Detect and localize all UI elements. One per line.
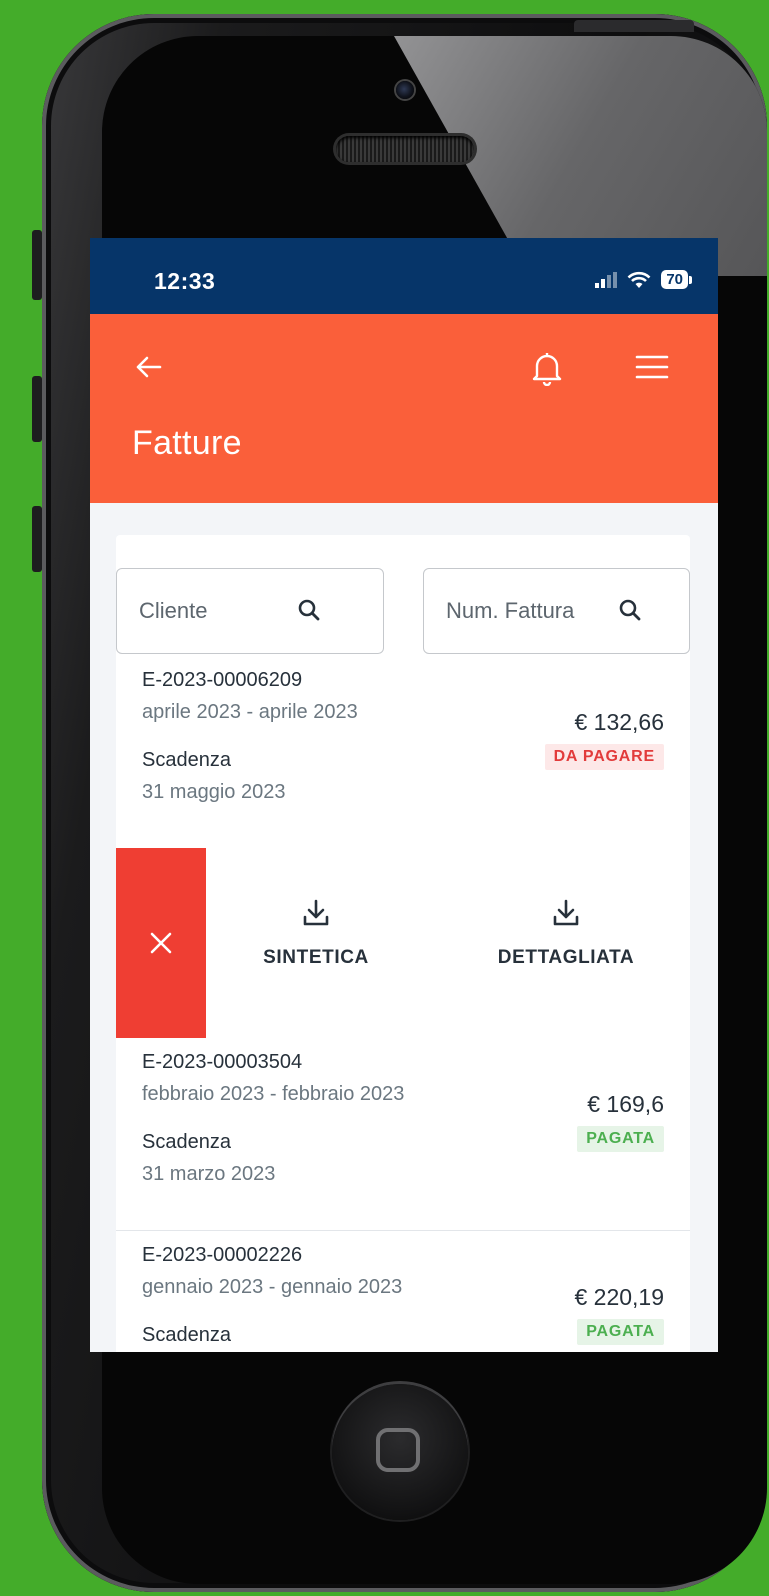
due-date: 31 maggio 2023 [142, 781, 286, 803]
invoice-number: E-2023-00006209 [142, 669, 303, 691]
invoice-number-search-field[interactable]: Num. Fattura [423, 568, 690, 654]
download-detailed-button[interactable]: DETTAGLIATA [486, 898, 646, 969]
back-arrow-icon[interactable] [134, 354, 164, 380]
client-search-field[interactable]: Cliente [116, 568, 384, 654]
download-icon [303, 899, 329, 926]
front-camera [396, 81, 414, 99]
home-button[interactable] [332, 1384, 468, 1520]
app-header: Fatture [90, 314, 718, 503]
invoice-number: E-2023-00003504 [142, 1051, 303, 1073]
signal-icon [595, 271, 618, 288]
due-label: Scadenza [142, 749, 231, 771]
close-actions-button[interactable] [116, 848, 206, 1038]
bell-icon[interactable] [530, 350, 564, 386]
search-icon[interactable] [618, 598, 642, 622]
status-badge: PAGATA [577, 1126, 664, 1152]
download-detailed-label: DETTAGLIATA [497, 947, 635, 968]
wifi-icon [627, 271, 651, 288]
invoice-amount: € 169,6 [587, 1091, 664, 1117]
status-bar: 12:33 70 [90, 238, 718, 314]
download-icon [553, 899, 579, 926]
invoice-number: E-2023-00002226 [142, 1244, 303, 1266]
invoice-number-search-placeholder: Num. Fattura [446, 598, 575, 623]
menu-icon[interactable] [635, 354, 669, 380]
earpiece-speaker [336, 136, 474, 162]
battery-icon: 70 [661, 270, 692, 289]
invoice-item[interactable]: E-2023-00002226 gennaio 2023 - gennaio 2… [116, 1231, 690, 1352]
status-badge: DA PAGARE [544, 744, 664, 770]
home-square-icon [376, 1428, 420, 1472]
download-actions: SINTETICA DETTAGLIATA [116, 848, 690, 1039]
mute-switch [32, 230, 42, 300]
invoice-period: gennaio 2023 - gennaio 2023 [142, 1276, 403, 1298]
download-summary-label: SINTETICA [263, 947, 369, 968]
power-button [574, 20, 694, 32]
search-icon[interactable] [297, 598, 321, 622]
invoice-period: aprile 2023 - aprile 2023 [142, 701, 358, 723]
invoice-item[interactable]: E-2023-00003504 febbraio 2023 - febbraio… [116, 1038, 690, 1231]
close-icon [150, 932, 172, 954]
app-screen: 12:33 70 Fatture Cliente Num. Fattura E-… [90, 238, 718, 1352]
status-icons: 70 [595, 270, 692, 289]
due-label: Scadenza [142, 1131, 231, 1153]
invoice-amount: € 132,66 [574, 709, 664, 735]
status-time: 12:33 [154, 268, 216, 294]
invoice-amount: € 220,19 [574, 1284, 664, 1310]
volume-up-button [32, 376, 42, 442]
client-search-placeholder: Cliente [139, 598, 208, 623]
download-summary-button[interactable]: SINTETICA [256, 898, 376, 969]
search-row: Cliente Num. Fattura [116, 568, 690, 656]
invoice-item[interactable]: E-2023-00006209 aprile 2023 - aprile 202… [116, 656, 690, 849]
invoice-list-card: Cliente Num. Fattura E-2023-00006209 apr… [116, 535, 690, 1352]
volume-down-button [32, 506, 42, 572]
status-badge: PAGATA [577, 1319, 664, 1345]
invoice-period: febbraio 2023 - febbraio 2023 [142, 1083, 405, 1105]
due-label: Scadenza [142, 1324, 231, 1346]
page-title: Fatture [132, 424, 242, 462]
due-date: 31 marzo 2023 [142, 1163, 276, 1185]
